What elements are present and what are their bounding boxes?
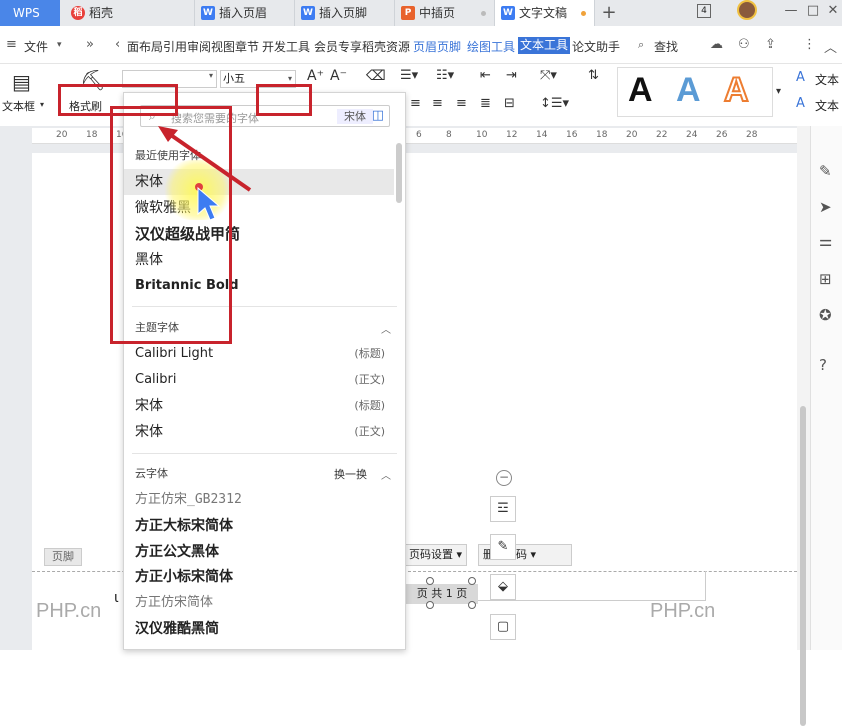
annotation-box-font-size <box>256 84 312 116</box>
annotation-box-recent-fonts <box>110 106 232 344</box>
